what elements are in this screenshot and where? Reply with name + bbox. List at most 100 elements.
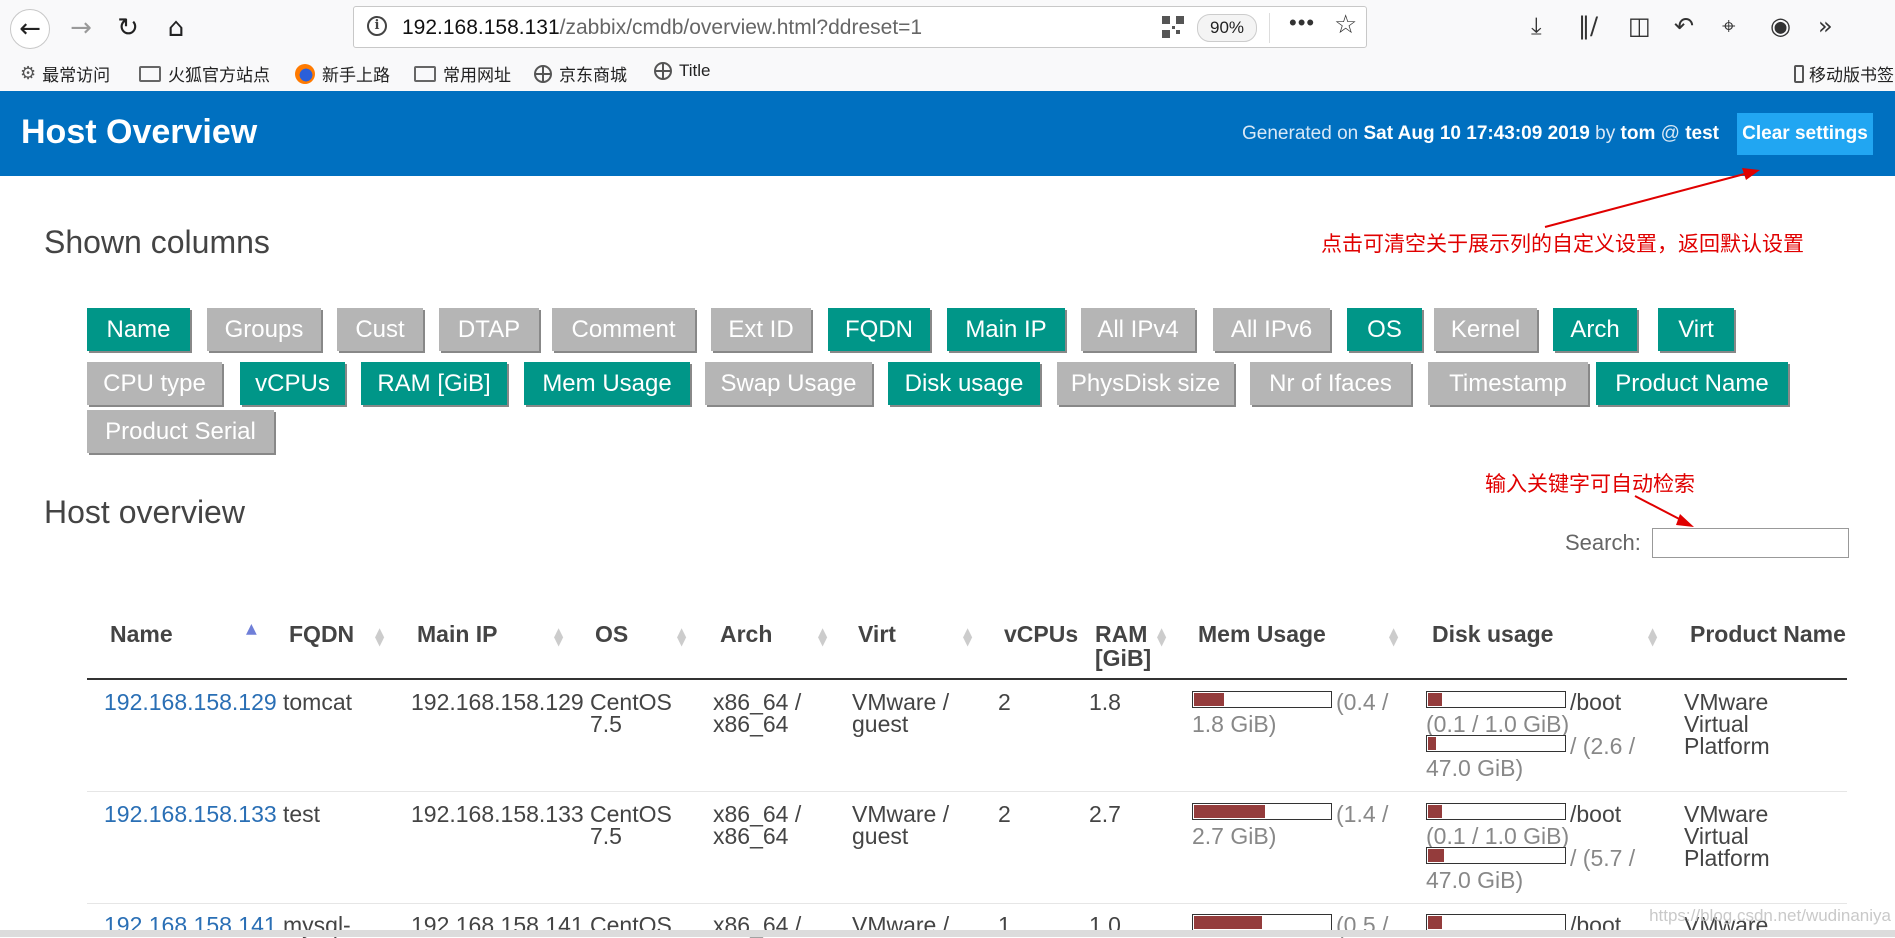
product-line: Platform (1684, 845, 1770, 871)
column-header-ram[interactable]: RAM [GiB] (1095, 622, 1151, 670)
column-toggle-all-ipv6[interactable]: All IPv6 (1213, 308, 1330, 351)
fqdn-cell: tomcat (283, 689, 353, 715)
column-toggle-ext-id[interactable]: Ext ID (711, 308, 811, 351)
search-input[interactable] (1652, 528, 1849, 558)
column-toggle-os[interactable]: OS (1347, 308, 1422, 351)
sort-icon[interactable]: ▲ ▼ (554, 626, 563, 647)
mem-usage-cell: (0.4 / (1192, 689, 1389, 715)
disk-usage-boot: /boot (1426, 801, 1622, 827)
main-ip-cell: 192.168.158.133 (411, 801, 584, 827)
column-toggle-all-ipv4[interactable]: All IPv4 (1081, 308, 1195, 351)
ram-cell: 1.8 (1089, 689, 1121, 715)
mem-usage-text: 2.7 GiB) (1192, 823, 1277, 849)
clear-settings-annotation: 点击可清空关于展示列的自定义设置，返回默认设置 (1321, 233, 1804, 256)
mem-usage-bar (1192, 691, 1332, 708)
shown-columns-title: Shown columns (44, 224, 270, 260)
sort-icon[interactable]: ▲ ▼ (963, 626, 972, 647)
column-toggle-swap-usage[interactable]: Swap Usage (705, 362, 872, 405)
sort-icon[interactable]: ▲ ▼ (375, 626, 384, 647)
column-toggle-kernel[interactable]: Kernel (1434, 308, 1537, 351)
disk-usage-text: 47.0 GiB) (1426, 755, 1524, 781)
column-toggle-name[interactable]: Name (87, 308, 190, 351)
mem-usage-fill (1194, 693, 1224, 706)
column-toggle-ram[interactable]: RAM [GiB] (361, 362, 507, 405)
column-header-mem-usage[interactable]: Mem Usage (1198, 622, 1326, 646)
host-name-link[interactable]: 192.168.158.129 (104, 691, 277, 714)
arch-cell: x86_64 /x86_64 (713, 691, 801, 737)
column-header-virt[interactable]: Virt (858, 622, 896, 646)
column-header-ram-line2: [GiB] (1095, 645, 1152, 671)
product-name-cell: VMware Virtual Platform (1684, 803, 1770, 871)
mem-usage-fill (1194, 805, 1265, 818)
sort-icon[interactable]: ▲ ▼ (1157, 626, 1166, 647)
column-toggle-product-serial[interactable]: Product Serial (87, 410, 274, 453)
column-toggle-timestamp[interactable]: Timestamp (1428, 362, 1588, 405)
mem-usage-text: 1.8 GiB) (1192, 711, 1277, 737)
column-header-name[interactable]: Name (110, 622, 173, 646)
virt-cell: VMware / guest (852, 691, 949, 737)
column-toggle-product-name[interactable]: Product Name (1596, 362, 1788, 405)
column-toggle-vcpus[interactable]: vCPUs (240, 362, 345, 405)
horizontal-scrollbar[interactable] (0, 930, 1895, 937)
arch-line: x86_64 (713, 711, 789, 737)
disk-mount-label: / (2.6 / (1570, 733, 1636, 759)
column-toggle-physdisk-size[interactable]: PhysDisk size (1057, 362, 1234, 405)
arch-line: x86_64 (713, 823, 789, 849)
virt-line: guest (852, 711, 909, 737)
column-header-os[interactable]: OS (595, 622, 628, 646)
column-toggle-disk-usage[interactable]: Disk usage (888, 362, 1040, 405)
disk-usage-bar (1426, 735, 1566, 752)
product-line: Platform (1684, 733, 1770, 759)
column-toggle-cust[interactable]: Cust (337, 308, 423, 351)
column-toggle-groups[interactable]: Groups (207, 308, 321, 351)
column-toggle-arch[interactable]: Arch (1553, 308, 1637, 351)
os-cell: CentOS 7.5 (590, 803, 672, 849)
column-header-main-ip[interactable]: Main IP (417, 622, 498, 646)
os-line: 7.5 (590, 823, 622, 849)
column-header-vcpus[interactable]: vCPUs (1004, 622, 1078, 646)
arch-cell: x86_64 /x86_64 (713, 803, 801, 849)
column-toggle-main-ip[interactable]: Main IP (947, 308, 1065, 351)
disk-usage-bar (1426, 803, 1566, 820)
column-header-fqdn[interactable]: FQDN (289, 622, 354, 646)
column-toggle-virt[interactable]: Virt (1658, 308, 1734, 351)
watermark: https://blog.csdn.net/wudinaniya (1649, 906, 1891, 925)
column-toggle-cpu-type[interactable]: CPU type (87, 362, 222, 405)
disk-usage-text: (0.1 / 1.0 GiB) (1426, 711, 1570, 737)
disk-mount-label: /boot (1570, 801, 1622, 827)
disk-usage-fill (1428, 805, 1442, 818)
virt-cell: VMware / guest (852, 803, 949, 849)
column-toggle-dtap[interactable]: DTAP (439, 308, 539, 351)
search-label: Search: (1565, 530, 1641, 555)
column-toggle-comment[interactable]: Comment (552, 308, 695, 351)
mem-usage-text: (0.4 / (1336, 689, 1389, 715)
sort-icon[interactable]: ▲ ▼ (677, 626, 686, 647)
column-toggle-fqdn[interactable]: FQDN (828, 308, 930, 351)
disk-usage-bar (1426, 847, 1566, 864)
fqdn-cell: test (283, 801, 321, 827)
column-toggle-nr-of-ifaces[interactable]: Nr of Ifaces (1250, 362, 1411, 405)
disk-usage-root: / (5.7 / (1426, 845, 1636, 871)
mem-usage-text: (1.4 / (1336, 801, 1389, 827)
vcpus-cell: 2 (998, 689, 1011, 715)
column-header-disk-usage[interactable]: Disk usage (1432, 622, 1553, 646)
column-header-arch[interactable]: Arch (720, 622, 772, 646)
disk-mount-label: / (5.7 / (1570, 845, 1636, 871)
disk-usage-fill (1428, 737, 1437, 750)
host-overview-title: Host overview (44, 494, 245, 530)
sort-icon[interactable]: ▲ ▼ (1389, 626, 1398, 647)
disk-usage-bar (1426, 691, 1566, 708)
sort-ascending-icon[interactable]: ▲ (246, 622, 257, 636)
sort-icon[interactable]: ▲ ▼ (1648, 626, 1657, 647)
sort-icon[interactable]: ▲ ▼ (818, 626, 827, 647)
ram-cell: 2.7 (1089, 801, 1121, 827)
column-header-product-name[interactable]: Product Name (1690, 622, 1846, 646)
disk-usage-boot: /boot (1426, 691, 1621, 714)
host-name-link[interactable]: 192.168.158.133 (104, 803, 277, 826)
main-ip-cell: 192.168.158.129 (411, 689, 584, 715)
disk-usage-root: / (2.6 / (1426, 733, 1636, 759)
row-divider (87, 903, 1847, 904)
column-toggle-mem-usage[interactable]: Mem Usage (524, 362, 690, 405)
row-divider (87, 791, 1847, 792)
virt-line: guest (852, 823, 909, 849)
